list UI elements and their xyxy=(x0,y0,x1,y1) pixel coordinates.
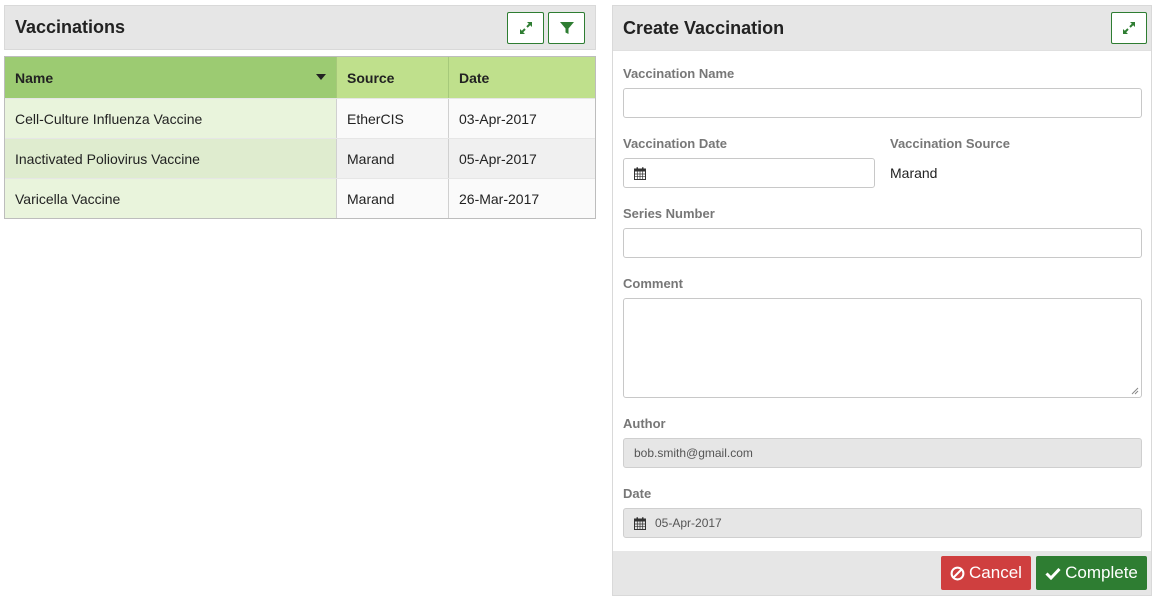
date-label: Date xyxy=(623,486,652,501)
input-value: 05-Apr-2017 xyxy=(655,516,722,530)
resize-grip-icon[interactable] xyxy=(1131,387,1139,395)
cell-source: Marand xyxy=(337,139,449,178)
cell-name: Cell-Culture Influenza Vaccine xyxy=(5,99,337,138)
column-header-name[interactable]: Name xyxy=(5,57,337,98)
column-label: Name xyxy=(15,69,54,86)
vaccinations-panel: Vaccinations Name Source Date Cell-Cultu… xyxy=(4,5,596,219)
panel-title: Vaccinations xyxy=(15,17,126,37)
cell-date: 05-Apr-2017 xyxy=(449,139,595,178)
check-icon xyxy=(1045,567,1061,580)
calendar-icon xyxy=(634,166,646,180)
table-row[interactable]: Varicella Vaccine Marand 26-Mar-2017 xyxy=(5,178,595,218)
cell-name: Varicella Vaccine xyxy=(5,179,337,218)
column-header-source[interactable]: Source xyxy=(337,57,449,98)
complete-button[interactable]: Complete xyxy=(1036,556,1147,590)
cancel-label: Cancel xyxy=(969,563,1022,582)
input-value: bob.smith@gmail.com xyxy=(634,446,753,460)
vaccination-date-label: Vaccination Date xyxy=(623,136,728,151)
complete-label: Complete xyxy=(1065,563,1138,582)
vaccination-name-input[interactable] xyxy=(623,88,1142,118)
vaccination-date-input[interactable] xyxy=(623,158,875,188)
filter-button[interactable] xyxy=(548,12,585,44)
cell-source: EtherCIS xyxy=(337,99,449,138)
series-number-label: Series Number xyxy=(623,206,715,221)
vaccination-source-value: Marand xyxy=(890,165,938,181)
expand-icon xyxy=(519,22,532,34)
calendar-icon xyxy=(634,516,646,530)
date-field: 05-Apr-2017 xyxy=(623,508,1142,538)
panel-title: Create Vaccination xyxy=(623,17,785,38)
author-field: bob.smith@gmail.com xyxy=(623,438,1142,468)
cell-name: Inactivated Poliovirus Vaccine xyxy=(5,139,337,178)
form-footer: Cancel Complete xyxy=(613,551,1151,595)
author-label: Author xyxy=(623,416,666,431)
expand-icon xyxy=(1123,22,1135,34)
vaccinations-table: Name Source Date Cell-Culture Influenza … xyxy=(4,56,596,219)
cell-date: 03-Apr-2017 xyxy=(449,99,595,138)
comment-label: Comment xyxy=(623,276,683,291)
column-label: Date xyxy=(459,69,490,86)
cell-source: Marand xyxy=(337,179,449,218)
vaccination-name-label: Vaccination Name xyxy=(623,66,735,81)
table-row[interactable]: Cell-Culture Influenza Vaccine EtherCIS … xyxy=(5,98,595,138)
comment-textarea[interactable] xyxy=(623,298,1142,398)
expand-button[interactable] xyxy=(1111,12,1147,44)
create-vaccination-panel: Create Vaccination Vaccination Name Vacc… xyxy=(612,5,1152,596)
sort-caret-icon xyxy=(316,74,326,80)
table-header: Name Source Date xyxy=(5,57,595,98)
column-header-date[interactable]: Date xyxy=(449,57,595,98)
vaccinations-header: Vaccinations xyxy=(4,5,596,50)
create-vaccination-header: Create Vaccination xyxy=(613,6,1151,51)
cell-date: 26-Mar-2017 xyxy=(449,179,595,218)
expand-button[interactable] xyxy=(507,12,544,44)
cancel-button[interactable]: Cancel xyxy=(941,556,1031,590)
vaccination-source-label: Vaccination Source xyxy=(890,136,1010,151)
column-label: Source xyxy=(347,69,395,86)
ban-icon xyxy=(950,566,965,580)
table-row[interactable]: Inactivated Poliovirus Vaccine Marand 05… xyxy=(5,138,595,178)
series-number-input[interactable] xyxy=(623,228,1142,258)
filter-icon xyxy=(559,22,574,34)
